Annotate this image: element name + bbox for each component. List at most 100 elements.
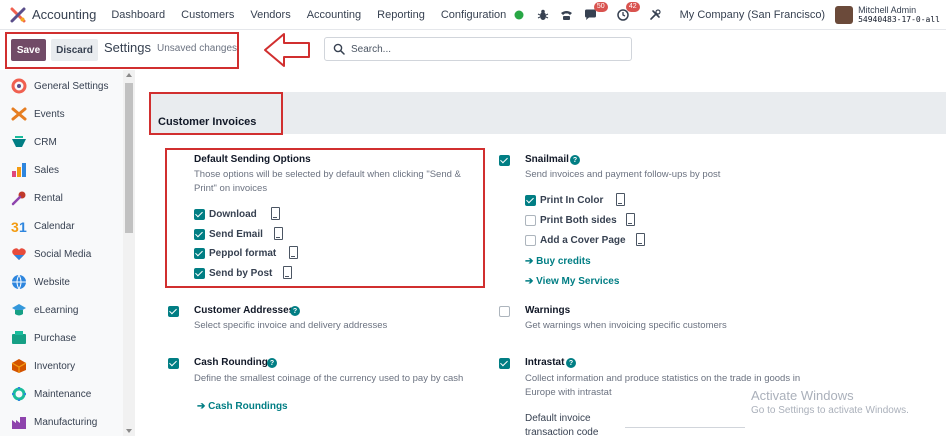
add-cover-page-label: Add a Cover Page <box>540 235 626 246</box>
warnings-description: Get warnings when invoicing specific cus… <box>525 320 727 331</box>
mobile-icon <box>616 193 625 206</box>
maintenance-icon <box>11 386 27 402</box>
default-transaction-code-label: Default invoice transaction code <box>525 413 599 436</box>
sidebar-item-label: eLearning <box>34 304 79 316</box>
user-name: Mitchell Admin <box>858 5 917 15</box>
buy-credits-label: Buy credits <box>536 256 591 267</box>
intrastat-title: Intrastat <box>525 357 565 368</box>
menu-vendors[interactable]: Vendors <box>250 9 290 21</box>
status-dot-icon[interactable] <box>510 6 528 24</box>
menu-accounting[interactable]: Accounting <box>307 9 361 21</box>
sidebar-item-events[interactable]: Events <box>0 100 134 128</box>
phone-icon[interactable] <box>558 6 576 24</box>
menu-dashboard[interactable]: Dashboard <box>111 9 165 21</box>
cash-roundings-label: Cash Roundings <box>208 401 288 412</box>
sidebar-item-label: Rental <box>34 192 63 204</box>
svg-text:3: 3 <box>11 219 19 234</box>
events-icon <box>11 106 27 122</box>
warnings-checkbox[interactable] <box>499 306 510 317</box>
elearning-icon <box>11 302 27 318</box>
snailmail-description: Send invoices and payment follow-ups by … <box>525 169 721 180</box>
sidebar-item-label: Calendar <box>34 220 75 232</box>
sidebar-item-label: Manufacturing <box>34 416 98 428</box>
left-arrow-annotation-icon <box>264 33 310 67</box>
help-icon[interactable]: ? <box>290 306 300 316</box>
sidebar-item-label: Website <box>34 276 70 288</box>
cash-rounding-checkbox[interactable] <box>168 358 179 369</box>
activities-badge: 42 <box>625 2 640 12</box>
sidebar-item-website[interactable]: Website <box>0 268 134 296</box>
inventory-box-icon <box>11 358 27 374</box>
sidebar-item-label: General Settings <box>34 80 109 92</box>
scroll-down-icon[interactable] <box>126 429 132 433</box>
scroll-up-icon[interactable] <box>126 73 132 77</box>
purchase-icon <box>11 330 27 346</box>
main-menu: Dashboard Customers Vendors Accounting R… <box>111 9 522 21</box>
customer-addresses-description: Select specific invoice and delivery add… <box>194 320 388 331</box>
sidebar-item-rental[interactable]: Rental <box>0 184 134 212</box>
company-switcher[interactable]: My Company (San Francisco) <box>680 9 826 21</box>
cash-rounding-title: Cash Rounding <box>194 357 268 368</box>
settings-sidebar: General Settings Events CRM Sales Rental… <box>0 70 135 436</box>
highlight-box-section <box>149 92 283 135</box>
print-in-color-checkbox[interactable] <box>525 195 536 206</box>
activate-windows-subtitle: Go to Settings to activate Windows. <box>751 405 909 416</box>
systray: 50 42 My Company (San Francisco) Mitchel… <box>510 0 946 30</box>
help-icon[interactable]: ? <box>566 358 576 368</box>
sidebar-item-label: Social Media <box>34 248 92 260</box>
cash-roundings-link[interactable]: ➔ Cash Roundings <box>197 401 288 412</box>
search-input[interactable] <box>351 43 621 55</box>
bug-icon[interactable] <box>534 6 552 24</box>
settings-main: Customer Invoices Default Sending Option… <box>135 70 946 436</box>
snailmail-title: Snailmail <box>525 154 569 165</box>
view-my-services-link[interactable]: ➔ View My Services <box>525 276 619 287</box>
highlight-box-actions <box>5 32 239 69</box>
default-transaction-code-input[interactable] <box>625 427 745 428</box>
user-menu[interactable]: Mitchell Admin 54940483-17-0-all <box>858 5 940 25</box>
sidebar-item-general-settings[interactable]: General Settings <box>0 72 134 100</box>
website-globe-icon <box>11 274 27 290</box>
sidebar-item-social-media[interactable]: Social Media <box>0 240 134 268</box>
calendar-icon: 31 <box>11 218 27 234</box>
buy-credits-link[interactable]: ➔ Buy credits <box>525 256 591 267</box>
sales-icon <box>11 162 27 178</box>
sidebar-item-elearning[interactable]: eLearning <box>0 296 134 324</box>
sidebar-item-calendar[interactable]: 31 Calendar <box>0 212 134 240</box>
snailmail-checkbox[interactable] <box>499 155 510 166</box>
sidebar-item-maintenance[interactable]: Maintenance <box>0 380 134 408</box>
messages-icon[interactable]: 50 <box>582 2 608 24</box>
customer-addresses-checkbox[interactable] <box>168 306 179 317</box>
sidebar-item-manufacturing[interactable]: Manufacturing <box>0 408 134 436</box>
sidebar-item-label: Purchase <box>34 332 77 344</box>
control-panel: Save Discard Settings Unsaved changes <box>0 30 946 70</box>
sidebar-item-label: Inventory <box>34 360 76 372</box>
user-database: 54940483-17-0-all <box>858 15 940 24</box>
search-box[interactable] <box>324 37 632 61</box>
tools-icon[interactable] <box>646 6 664 24</box>
activities-icon[interactable]: 42 <box>614 2 640 24</box>
sidebar-item-crm[interactable]: CRM <box>0 128 134 156</box>
menu-configuration[interactable]: Configuration <box>441 9 506 21</box>
sidebar-item-inventory[interactable]: Inventory <box>0 352 134 380</box>
sidebar-item-purchase[interactable]: Purchase <box>0 324 134 352</box>
add-cover-page-checkbox[interactable] <box>525 235 536 246</box>
sidebar-item-label: Events <box>34 108 65 120</box>
avatar[interactable] <box>835 6 854 24</box>
mobile-icon <box>636 233 645 246</box>
crm-icon <box>11 134 27 150</box>
help-icon[interactable]: ? <box>570 155 580 165</box>
rental-key-icon <box>11 190 27 206</box>
menu-reporting[interactable]: Reporting <box>377 9 425 21</box>
app-brand[interactable]: Accounting <box>10 7 96 23</box>
sidebar-scrollbar[interactable] <box>123 70 135 436</box>
sidebar-item-sales[interactable]: Sales <box>0 156 134 184</box>
print-both-sides-label: Print Both sides <box>540 215 617 226</box>
print-in-color-label: Print In Color <box>540 195 604 206</box>
scroll-thumb[interactable] <box>125 83 133 233</box>
print-both-sides-checkbox[interactable] <box>525 215 536 226</box>
activate-windows-title: Activate Windows <box>751 388 854 403</box>
menu-customers[interactable]: Customers <box>181 9 234 21</box>
help-icon[interactable]: ? <box>267 358 277 368</box>
intrastat-checkbox[interactable] <box>499 358 510 369</box>
highlight-box-sending-options <box>165 148 485 288</box>
